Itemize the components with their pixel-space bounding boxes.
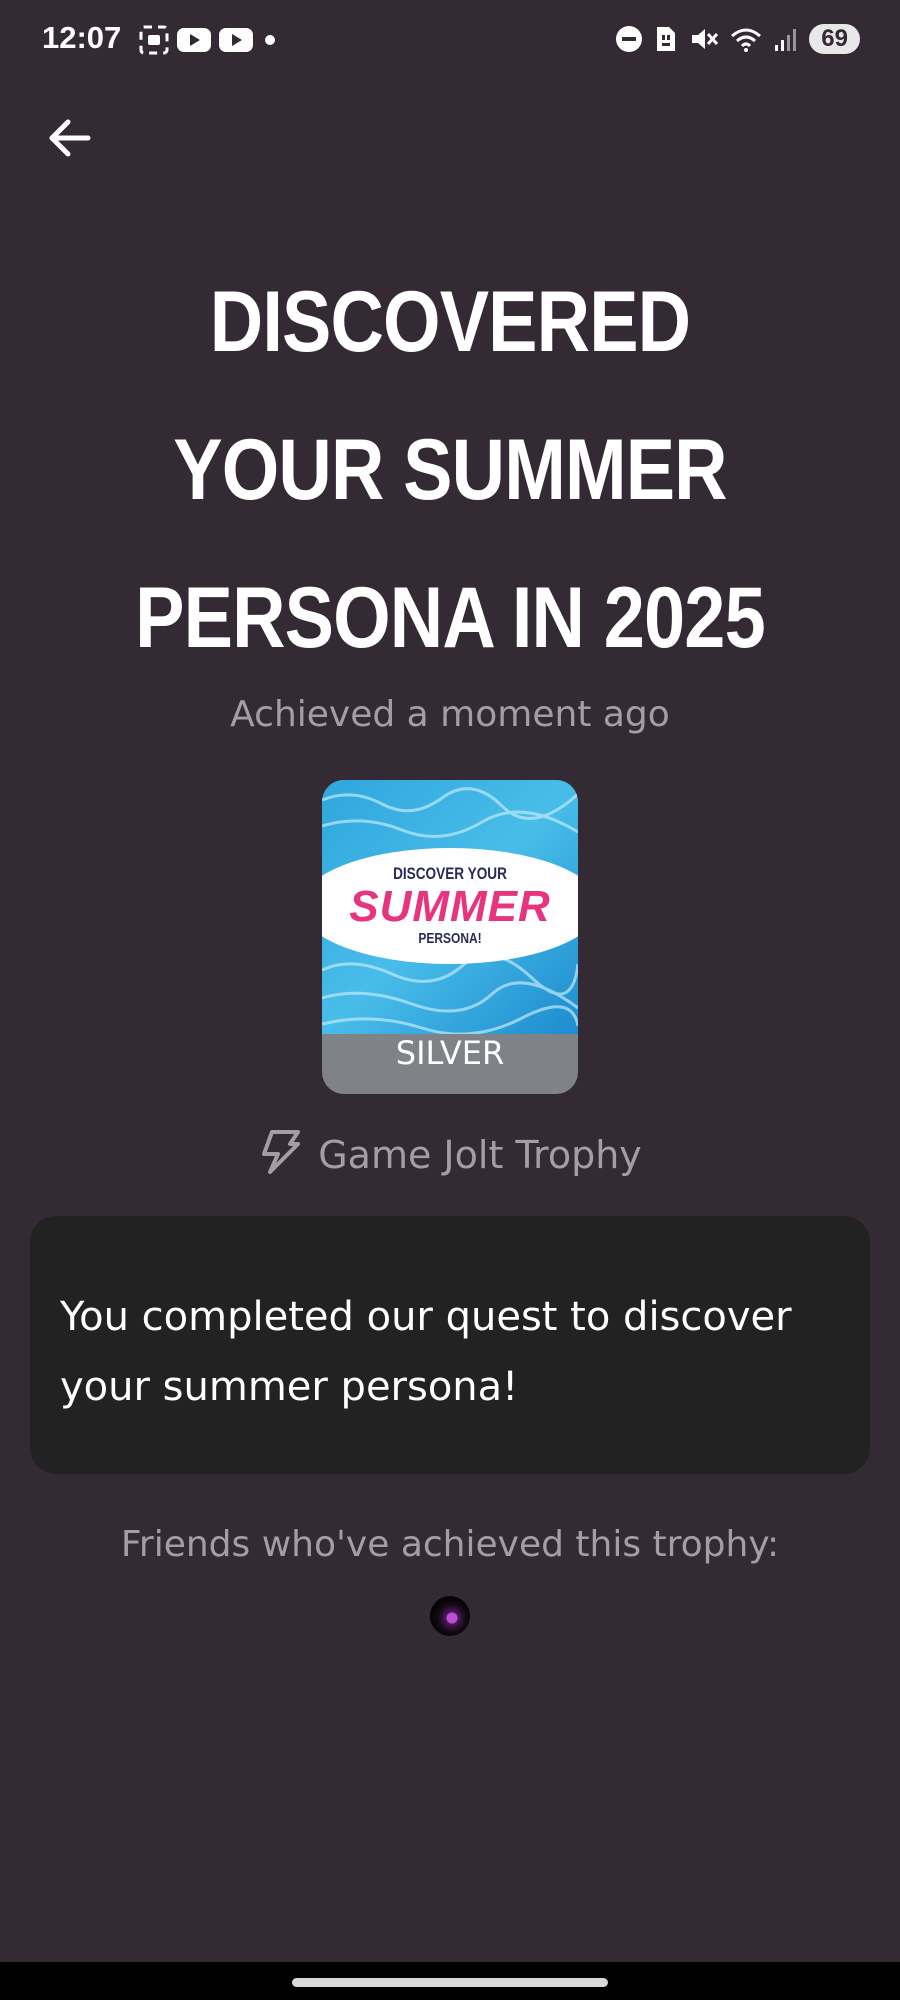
- friends-label: Friends who've achieved this trophy:: [120, 1524, 780, 1565]
- game-jolt-bolt-icon: [262, 1130, 301, 1174]
- youtube-icon-2: [219, 28, 253, 52]
- battery-level: 69: [809, 24, 860, 54]
- sim-icon: [657, 27, 676, 51]
- trophy-type-label: Game Jolt Trophy: [318, 1133, 642, 1177]
- status-left-icons: [138, 24, 280, 56]
- trophy-tier: SILVER: [395, 1034, 505, 1072]
- trophy-title: DISCOVERED YOUR SUMMER PERSONA IN 2025: [135, 274, 766, 666]
- dot-icon: [265, 35, 275, 45]
- status-bar: 12:07 69: [0, 0, 900, 84]
- dnd-icon: [616, 26, 643, 52]
- back-button[interactable]: [44, 112, 96, 164]
- mute-icon: [692, 29, 719, 49]
- home-gesture-handle[interactable]: [292, 1978, 608, 1987]
- friend-avatar[interactable]: [430, 1596, 470, 1636]
- youtube-icon: [177, 28, 211, 52]
- signal-icon: [775, 29, 797, 51]
- status-time: 12:07: [42, 20, 122, 55]
- screenshot-icon: [139, 25, 169, 55]
- status-right-icons: 69: [615, 24, 860, 54]
- trophy-type: Game Jolt Trophy: [0, 1130, 900, 1177]
- wifi-icon: [731, 28, 762, 52]
- achieved-time: Achieved a moment ago: [230, 694, 670, 735]
- back-arrow-icon: [49, 119, 91, 157]
- trophy-image-line1: DISCOVER YOUR: [393, 864, 507, 883]
- trophy-image-line3: PERSONA!: [418, 930, 482, 947]
- trophy-image-line2: SUMMER: [349, 882, 551, 931]
- trophy-description: You completed our quest to discover your…: [60, 1294, 792, 1410]
